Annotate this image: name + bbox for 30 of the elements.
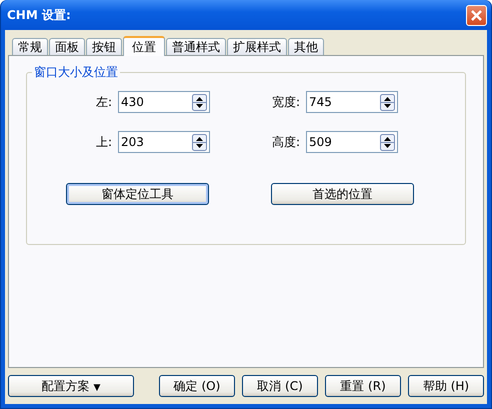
close-button[interactable]	[466, 4, 487, 26]
number-field[interactable]: 203	[118, 131, 210, 153]
dialog-button[interactable]: 确定 (O)	[159, 375, 235, 397]
tab[interactable]: 按钮	[86, 38, 122, 55]
group-title: 窗口大小及位置	[33, 64, 119, 81]
action-button[interactable]: 窗体定位工具	[66, 183, 209, 205]
number-field[interactable]: 509	[306, 131, 398, 153]
window-title: CHM 设置:	[7, 6, 71, 24]
number-field[interactable]: 430	[118, 91, 210, 113]
spinner-icon[interactable]	[380, 134, 395, 150]
field-label: 上:	[96, 134, 112, 150]
field-label: 高度:	[272, 134, 300, 150]
tab[interactable]: 常规	[12, 38, 48, 55]
tab[interactable]: 面板	[49, 38, 85, 55]
field-label: 左:	[96, 94, 112, 110]
tab[interactable]: 其他	[288, 38, 324, 55]
field-label: 宽度:	[272, 94, 300, 110]
tab[interactable]: 位置	[123, 36, 165, 56]
dialog-button[interactable]: 帮助 (H)	[408, 375, 484, 397]
tab[interactable]: 普通样式	[166, 38, 226, 55]
dialog-button[interactable]: 重置 (R)	[325, 375, 401, 397]
number-field[interactable]: 745	[306, 91, 398, 113]
spinner-icon[interactable]	[192, 94, 207, 110]
spinner-icon[interactable]	[192, 134, 207, 150]
action-button[interactable]: 首选的位置	[271, 183, 414, 205]
tab[interactable]: 扩展样式	[227, 38, 287, 55]
spinner-icon[interactable]	[380, 94, 395, 110]
scheme-menu-button[interactable]: 配置方案 ▼	[8, 375, 134, 397]
close-icon	[470, 8, 483, 22]
dialog-button[interactable]: 取消 (C)	[242, 375, 318, 397]
